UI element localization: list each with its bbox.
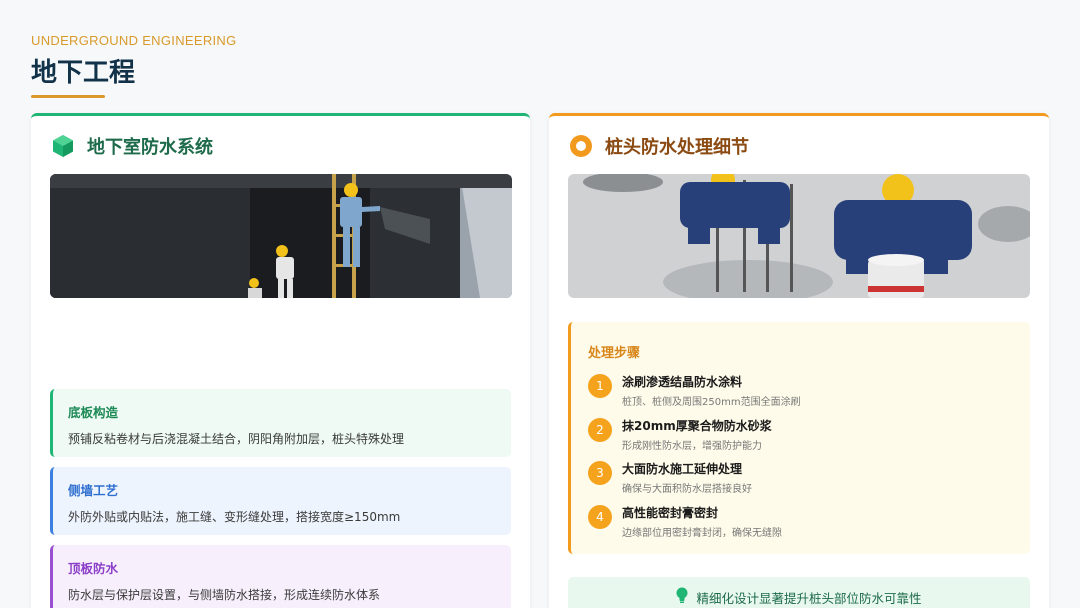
basement-waterproofing-photo — [50, 174, 512, 298]
step-title: 高性能密封膏密封 — [622, 505, 719, 520]
step-desc: 边缘部位用密封膏封闭，确保无缝隙 — [622, 527, 782, 539]
pile-head-detail-card: 桩头防水处理细节 处理步骤 1 涂刷渗透结晶防水涂料 桩顶、桩侧及周围250mm… — [549, 113, 1049, 608]
step-title: 抹20mm厚聚合物防水砂浆 — [622, 418, 772, 433]
tip-text: 精细化设计显著提升桩头部位防水可靠性 — [696, 590, 922, 606]
pile-head-treatment-photo — [568, 174, 1030, 298]
step-item: 1 涂刷渗透结晶防水涂料 桩顶、桩侧及周围250mm范围全面涂刷 — [588, 373, 1030, 417]
basement-waterproofing-card: 地下室防水系统 底板构造 预铺反粘卷材与后浇混凝土结合，阴阳角附加层，桩头特殊处… — [31, 113, 530, 608]
step-item: 3 大面防水施工延伸处理 确保与大面积防水层搭接良好 — [588, 460, 1030, 504]
card-title: 桩头防水处理细节 — [605, 137, 749, 158]
steps-heading: 处理步骤 — [588, 346, 641, 361]
step-desc: 形成刚性防水层，增强防护能力 — [622, 440, 762, 452]
item-heading: 底板构造 — [68, 405, 119, 420]
roof-slab-item: 顶板防水 防水层与保护层设置，与侧墙防水搭接，形成连续防水体系 — [50, 545, 511, 608]
step-item: 2 抹20mm厚聚合物防水砂浆 形成刚性防水层，增强防护能力 — [588, 417, 1030, 461]
step-item: 4 高性能密封膏密封 边缘部位用密封膏封闭，确保无缝隙 — [588, 504, 1030, 548]
reliability-tip: 精细化设计显著提升桩头部位防水可靠性 — [568, 577, 1030, 608]
card-title: 地下室防水系统 — [87, 137, 213, 158]
lightbulb-icon — [676, 587, 688, 607]
side-wall-item: 侧墙工艺 外防外贴或内贴法，施工缝、变形缝处理，搭接宽度≥150mm — [50, 467, 511, 535]
step-number: 4 — [588, 504, 612, 529]
treatment-steps: 处理步骤 1 涂刷渗透结晶防水涂料 桩顶、桩侧及周围250mm范围全面涂刷 2 … — [568, 322, 1030, 554]
item-text: 防水层与保护层设置，与侧墙防水搭接，形成连续防水体系 — [68, 588, 381, 602]
ring-icon — [569, 134, 593, 158]
step-number: 2 — [588, 417, 612, 442]
item-text: 预铺反粘卷材与后浇混凝土结合，阴阳角附加层，桩头特殊处理 — [68, 432, 405, 446]
item-heading: 顶板防水 — [68, 561, 119, 576]
page-subtitle: UNDERGROUND ENGINEERING — [31, 33, 237, 48]
base-slab-item: 底板构造 预铺反粘卷材与后浇混凝土结合，阴阳角附加层，桩头特殊处理 — [50, 389, 511, 457]
item-heading: 侧墙工艺 — [68, 483, 119, 498]
card-header: 地下室防水系统 — [51, 133, 213, 159]
step-title: 大面防水施工延伸处理 — [622, 462, 743, 476]
item-text: 外防外贴或内贴法，施工缝、变形缝处理，搭接宽度≥150mm — [68, 510, 401, 524]
step-desc: 桩顶、桩侧及周围250mm范围全面涂刷 — [622, 397, 801, 408]
page-header: UNDERGROUND ENGINEERING 地下工程 — [31, 33, 237, 98]
step-number: 3 — [588, 461, 612, 485]
page-title: 地下工程 — [31, 58, 136, 88]
title-underline — [31, 95, 105, 98]
step-number: 1 — [588, 374, 612, 398]
step-desc: 确保与大面积防水层搭接良好 — [622, 484, 752, 495]
cube-icon — [51, 134, 75, 158]
step-title: 涂刷渗透结晶防水涂料 — [622, 375, 743, 389]
card-header: 桩头防水处理细节 — [569, 133, 749, 159]
